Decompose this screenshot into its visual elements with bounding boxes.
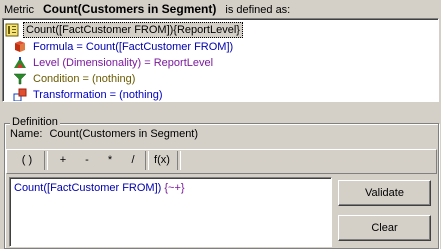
minus-button[interactable]: - — [78, 152, 96, 169]
metric-header: Metric Count(Customers in Segment) is de… — [4, 2, 290, 16]
plus-button[interactable]: + — [54, 152, 72, 169]
metric-icon — [5, 23, 19, 37]
header-suffix: is defined as: — [225, 4, 291, 16]
metric-name-row: Name: Count(Customers in Segment) — [10, 128, 198, 140]
toolbar-separator — [145, 151, 149, 170]
toolbar-separator — [44, 151, 48, 170]
toolbar-separator — [177, 151, 181, 170]
tree-item-condition-label: Condition = (nothing) — [33, 73, 136, 85]
name-value: Count(Customers in Segment) — [49, 128, 199, 140]
tree-item-level[interactable]: Level (Dimensionality) = ReportLevel — [13, 55, 213, 71]
definition-group-title: Definition — [10, 116, 60, 128]
tree-item-transformation-label: Transformation = (nothing) — [33, 89, 163, 101]
validate-button[interactable]: Validate — [338, 180, 431, 206]
clear-button[interactable]: Clear — [338, 215, 431, 241]
formula-editor[interactable]: Count([FactCustomer FROM]) {~+} — [9, 177, 332, 247]
divide-button[interactable]: / — [124, 152, 142, 169]
tree-item-formula-label: Formula = Count([FactCustomer FROM]) — [33, 41, 234, 53]
multiply-button[interactable]: * — [101, 152, 119, 169]
tree-item-condition[interactable]: Condition = (nothing) — [13, 71, 135, 87]
name-label: Name: — [10, 128, 43, 140]
header-prefix: Metric — [4, 4, 34, 16]
function-button[interactable]: f(x) — [150, 152, 174, 169]
transformation-icon — [13, 88, 27, 101]
condition-icon — [13, 72, 27, 86]
tree-item-formula[interactable]: Formula = Count([FactCustomer FROM]) — [13, 39, 233, 55]
tree-item-transformation[interactable]: Transformation = (nothing) — [13, 87, 163, 101]
formula-icon — [13, 40, 27, 54]
metric-title: Count(Customers in Segment) — [43, 2, 217, 16]
tree-item-level-label: Level (Dimensionality) = ReportLevel — [33, 57, 214, 69]
formula-level-suffix: {~+} — [164, 182, 185, 194]
tree-root-item[interactable]: Count([FactCustomer FROM]){ReportLevel} — [5, 22, 243, 38]
tree-root-label: Count([FactCustomer FROM]){ReportLevel} — [23, 22, 243, 38]
formula-text: Count([FactCustomer FROM]) — [14, 182, 162, 194]
metric-definition-tree[interactable]: Count([FactCustomer FROM]){ReportLevel} … — [2, 18, 439, 102]
parentheses-button[interactable]: ( ) — [14, 152, 40, 169]
level-icon — [13, 56, 27, 70]
